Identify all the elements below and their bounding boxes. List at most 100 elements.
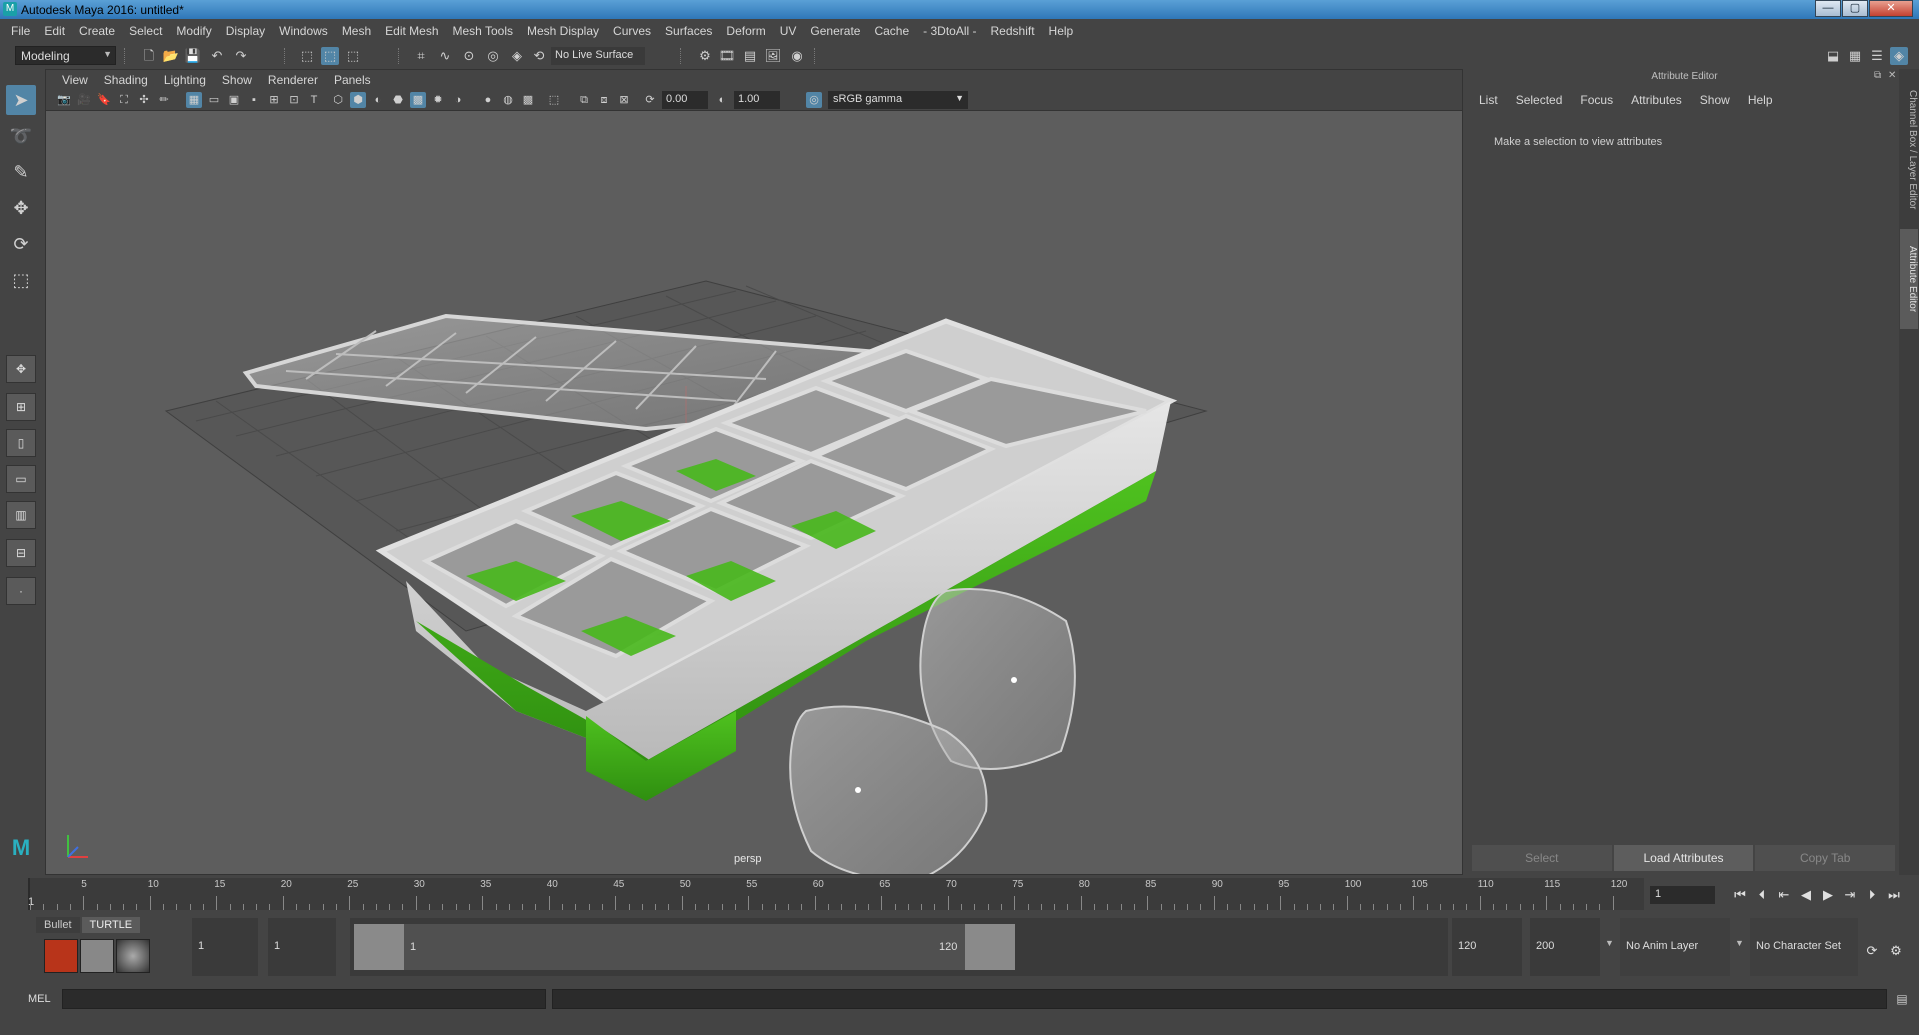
go-to-end-icon[interactable]: ⏭ <box>1884 885 1904 905</box>
select-button[interactable]: Select <box>1472 845 1612 871</box>
undo-icon[interactable]: ↶ <box>208 47 226 65</box>
persp-list-layout-icon[interactable]: ▥ <box>6 501 36 529</box>
attr-menu-show[interactable]: Show <box>1691 93 1739 107</box>
select-tool-icon[interactable]: ➤ <box>6 85 36 115</box>
animation-end-field[interactable]: 200 <box>1530 918 1600 976</box>
wireframe-icon[interactable]: ⬡ <box>330 92 346 108</box>
attr-menu-help[interactable]: Help <box>1739 93 1782 107</box>
gamma-field[interactable]: 1.00 <box>734 91 780 109</box>
menu-help[interactable]: Help <box>1042 24 1081 38</box>
chevron-down-icon[interactable]: ▼ <box>1605 938 1614 948</box>
toggle-tool-settings-icon[interactable]: ☰ <box>1868 47 1886 65</box>
camera-attributes-icon[interactable]: 🎥 <box>76 92 92 108</box>
four-view-layout-icon[interactable]: ⊞ <box>6 393 36 421</box>
character-set-dropdown[interactable]: No Character Set <box>1750 918 1858 976</box>
flat-shade-icon[interactable]: ◐ <box>370 92 386 108</box>
vp-menu-show[interactable]: Show <box>214 73 260 87</box>
float-panel-icon[interactable]: ⧉ <box>1874 70 1881 81</box>
resolution-gate-icon[interactable]: ▣ <box>226 92 242 108</box>
menu-surfaces[interactable]: Surfaces <box>658 24 719 38</box>
range-start-handle[interactable] <box>354 924 404 970</box>
hypershade-icon[interactable]: ◉ <box>788 47 806 65</box>
save-scene-icon[interactable]: 💾 <box>184 47 202 65</box>
menu-file[interactable]: File <box>4 24 37 38</box>
play-backwards-icon[interactable]: ◀ <box>1796 885 1816 905</box>
time-slider[interactable]: 1 5 10 15 20 25 30 35 40 45 50 55 60 65 70 75 80 85 90 95 1… <box>28 878 1644 910</box>
textured-icon[interactable]: ▩ <box>410 92 426 108</box>
safe-title-icon[interactable]: T <box>306 92 322 108</box>
menu-modify[interactable]: Modify <box>169 24 218 38</box>
attr-menu-attributes[interactable]: Attributes <box>1622 93 1691 107</box>
custom-layout-icon[interactable]: · <box>6 577 36 605</box>
use-all-lights-icon[interactable]: ✹ <box>430 92 446 108</box>
xray-joints-icon[interactable]: ⧈ <box>596 92 612 108</box>
safe-action-icon[interactable]: ⊡ <box>286 92 302 108</box>
snap-to-point-icon[interactable]: ⊙ <box>460 47 478 65</box>
animation-start-field[interactable]: 1 <box>192 918 258 976</box>
color-space-dropdown[interactable]: sRGB gamma ▼ <box>828 91 968 109</box>
two-d-pan-zoom-icon[interactable]: ✣ <box>136 92 152 108</box>
gate-mask-icon[interactable]: ▪ <box>246 92 262 108</box>
playback-end-field[interactable]: 120 <box>1452 918 1522 976</box>
xray-components-icon[interactable]: ⊠ <box>616 92 632 108</box>
playback-start-field[interactable]: 1 <box>268 918 336 976</box>
mel-label[interactable]: MEL <box>28 993 51 1005</box>
shelf-bake-icon[interactable] <box>80 939 114 973</box>
shelf-sphere-icon[interactable] <box>116 939 150 973</box>
range-slider[interactable]: 1 120 <box>350 918 1448 976</box>
shelf-tab-turtle[interactable]: TURTLE <box>81 917 141 933</box>
go-to-start-icon[interactable]: ⏮ <box>1730 885 1750 905</box>
menu-curves[interactable]: Curves <box>606 24 658 38</box>
step-back-frame-icon[interactable]: ⏴ <box>1752 885 1772 905</box>
menu-mesh[interactable]: Mesh <box>335 24 378 38</box>
gamma-icon[interactable]: ◐ <box>714 92 730 108</box>
attr-menu-list[interactable]: List <box>1470 93 1507 107</box>
step-forward-key-icon[interactable]: ⇥ <box>1840 885 1860 905</box>
paint-select-tool-icon[interactable]: ✎ <box>6 157 36 187</box>
move-tool-icon[interactable]: ✥ <box>6 193 36 223</box>
menu-display[interactable]: Display <box>219 24 272 38</box>
snap-to-curve-icon[interactable]: ∿ <box>436 47 454 65</box>
tab-attribute-editor[interactable]: Attribute Editor <box>1900 229 1918 329</box>
menu-cache[interactable]: Cache <box>867 24 916 38</box>
render-frame-icon[interactable]: 🎞 <box>718 47 736 65</box>
motion-blur-icon[interactable]: ◍ <box>500 92 516 108</box>
command-input[interactable] <box>62 989 546 1009</box>
minimize-button[interactable]: — <box>1815 0 1841 17</box>
range-end-handle[interactable] <box>965 924 1015 970</box>
vp-menu-renderer[interactable]: Renderer <box>260 73 326 87</box>
perspective-viewport[interactable]: View Shading Lighting Show Renderer Pane… <box>45 69 1463 875</box>
menu-create[interactable]: Create <box>72 24 122 38</box>
current-frame-field[interactable]: 1 <box>1650 886 1715 904</box>
select-by-hierarchy-icon[interactable]: ⬚ <box>298 47 316 65</box>
open-scene-icon[interactable]: 📂 <box>162 47 180 65</box>
bookmark-icon[interactable]: 🔖 <box>96 92 112 108</box>
persp-graph-layout-icon[interactable]: ▭ <box>6 465 36 493</box>
scale-tool-icon[interactable]: ⬚ <box>6 265 36 295</box>
select-by-component-icon[interactable]: ⬚ <box>344 47 362 65</box>
menu-uv[interactable]: UV <box>773 24 804 38</box>
vp-menu-view[interactable]: View <box>54 73 96 87</box>
toggle-channel-box-icon[interactable]: ◈ <box>1890 47 1908 65</box>
snap-to-surface-icon[interactable]: ◈ <box>508 47 526 65</box>
copy-tab-button[interactable]: Copy Tab <box>1755 845 1896 871</box>
anti-aliasing-icon[interactable]: ▩ <box>520 92 536 108</box>
ipr-render-icon[interactable]: ▤ <box>741 47 759 65</box>
shelf-tab-bullet[interactable]: Bullet <box>36 917 80 933</box>
vp-menu-panels[interactable]: Panels <box>326 73 379 87</box>
toggle-modeling-toolkit-icon[interactable]: ⬓ <box>1824 47 1842 65</box>
menu-select[interactable]: Select <box>122 24 169 38</box>
step-forward-frame-icon[interactable]: ⏵ <box>1862 885 1882 905</box>
close-panel-icon[interactable]: ✕ <box>1888 70 1896 81</box>
vp-menu-shading[interactable]: Shading <box>96 73 156 87</box>
attr-menu-selected[interactable]: Selected <box>1507 93 1572 107</box>
menu-set-dropdown[interactable]: Modeling ▼ <box>15 46 116 65</box>
exposure-field[interactable]: 0.00 <box>662 91 708 109</box>
tab-channel-box[interactable]: Channel Box / Layer Editor <box>1900 75 1918 225</box>
snap-to-view-plane-icon[interactable]: ◎ <box>484 47 502 65</box>
single-perspective-layout-icon[interactable]: ✥ <box>6 355 36 383</box>
select-by-object-icon[interactable]: ⬚ <box>321 47 339 65</box>
maximize-button[interactable]: ▢ <box>1842 0 1868 17</box>
persp-outliner-layout-icon[interactable]: ▯ <box>6 429 36 457</box>
load-attributes-button[interactable]: Load Attributes <box>1613 845 1754 871</box>
